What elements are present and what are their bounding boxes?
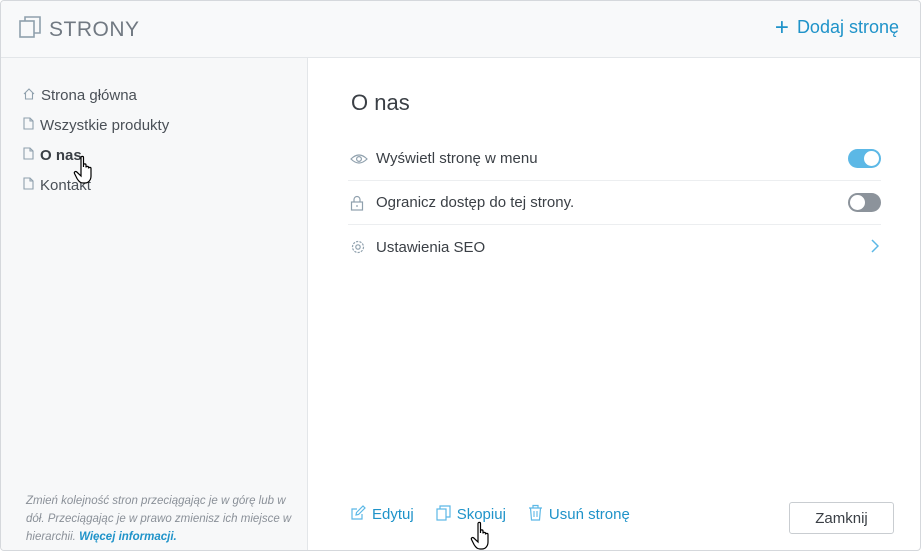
header-title-group: STRONY <box>19 16 140 43</box>
toggle-knob <box>850 195 865 210</box>
setting-restrict-access: Ogranicz dostęp do tej strony. <box>348 181 881 225</box>
edit-icon <box>350 504 372 525</box>
hand-cursor-icon <box>73 155 97 190</box>
setting-seo[interactable]: Ustawienia SEO <box>348 225 881 269</box>
lock-icon <box>350 195 370 211</box>
sidebar-item-label: Wszystkie produkty <box>40 116 170 134</box>
reorder-hint: Zmień kolejność stron przeciągając je w … <box>26 492 296 546</box>
eye-icon <box>350 153 370 165</box>
hand-cursor-icon <box>470 521 494 550</box>
setting-show-in-menu: Wyświetl stronę w menu <box>348 137 881 181</box>
add-page-button[interactable]: + Dodaj stronę <box>774 13 899 41</box>
add-page-label: Dodaj stronę <box>796 17 899 37</box>
more-info-link[interactable]: Więcej informacji. <box>79 531 177 543</box>
page-actions: Edytuj Skopiuj Usuń stronę <box>350 504 652 525</box>
sidebar-item-all-products[interactable]: Wszystkie produkty <box>23 110 169 140</box>
page-tree-sidebar: Strona główna Wszystkie produkty O nas K… <box>1 58 308 550</box>
sidebar-item-home[interactable]: Strona główna <box>23 80 169 110</box>
close-button[interactable]: Zamknij <box>789 502 894 534</box>
pages-icon <box>19 16 41 43</box>
page-settings-panel: O nas Wyświetl stronę w menu Ogranicz do… <box>308 58 920 550</box>
delete-page-button[interactable]: Usuń stronę <box>528 504 630 525</box>
sidebar-item-label: Strona główna <box>41 86 137 104</box>
selected-page-title: O nas <box>351 90 410 115</box>
chevron-right-icon <box>871 239 880 258</box>
setting-label: Ogranicz dostęp do tej strony. <box>376 194 575 211</box>
page-title: STRONY <box>49 17 140 41</box>
copy-icon <box>436 504 457 525</box>
edit-label: Edytuj <box>372 506 414 523</box>
restrict-access-toggle[interactable] <box>848 193 881 212</box>
setting-label: Wyświetl stronę w menu <box>376 150 538 167</box>
home-icon <box>23 87 41 104</box>
page-icon <box>23 176 40 194</box>
dialog-header: STRONY + Dodaj stronę <box>1 1 920 58</box>
trash-icon <box>528 504 549 525</box>
setting-label: Ustawienia SEO <box>376 238 486 256</box>
plus-icon: + <box>774 13 789 41</box>
pages-dialog: STRONY + Dodaj stronę Strona główna Wszy… <box>0 0 921 551</box>
page-icon <box>23 146 40 164</box>
gear-icon <box>350 239 370 255</box>
delete-label: Usuń stronę <box>548 506 630 523</box>
toggle-knob <box>864 151 879 166</box>
show-in-menu-toggle[interactable] <box>848 149 881 168</box>
edit-button[interactable]: Edytuj <box>350 504 414 525</box>
page-icon <box>23 116 40 134</box>
settings-list: Wyświetl stronę w menu Ogranicz dostęp d… <box>348 137 881 269</box>
